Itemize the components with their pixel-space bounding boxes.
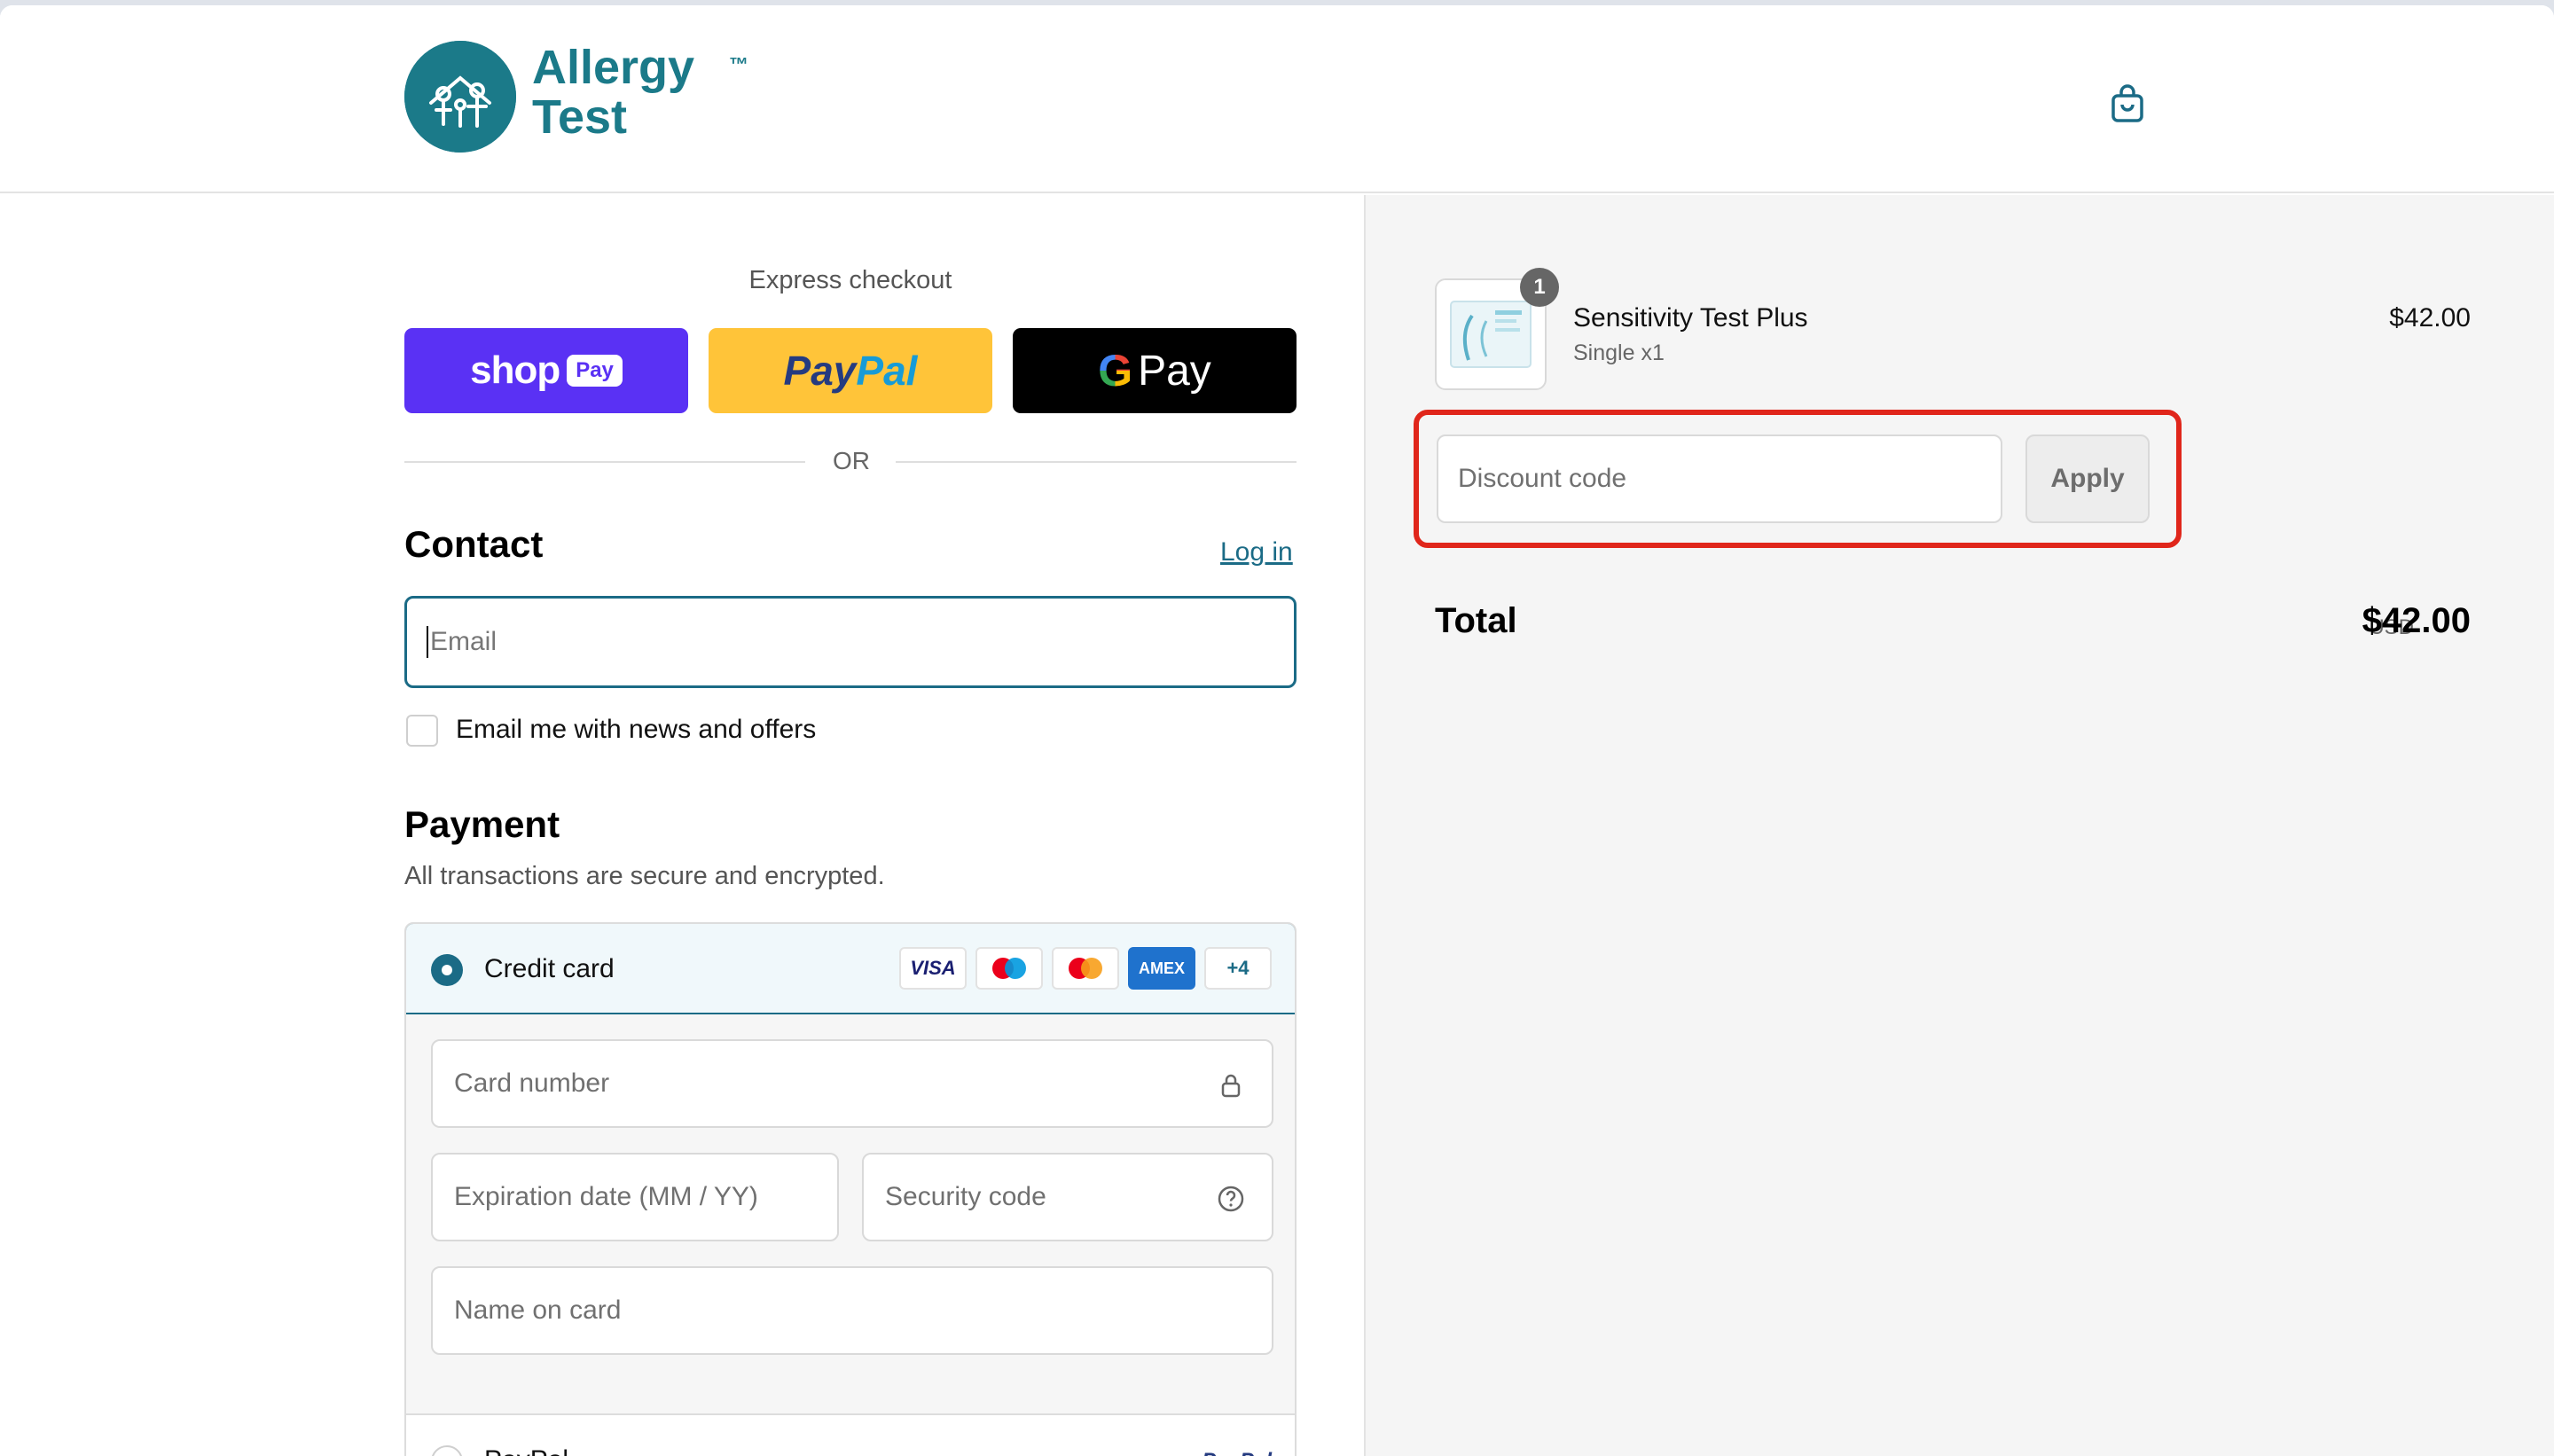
maestro-icon (975, 947, 1043, 990)
checkout-main: Express checkout shop Pay PayPal G Pay O… (0, 195, 1364, 1456)
brand-name: Allergy Test (532, 43, 694, 142)
more-cards-badge: +4 (1204, 947, 1272, 990)
shop-pay-badge: Pay (567, 355, 623, 387)
shop-pay-word: shop (470, 348, 560, 392)
newsletter-checkbox[interactable] (406, 715, 438, 747)
brand-line2: Test (532, 90, 628, 144)
discount-code-input[interactable]: Discount code (1437, 434, 2002, 523)
paypal-radio[interactable] (431, 1445, 463, 1456)
allergy-test-logo-icon[interactable] (404, 41, 516, 153)
checkout-page: Allergy Test ™ Express checkout shop Pay… (0, 5, 2554, 1456)
paypal-label: PayPal (484, 1445, 568, 1456)
credit-card-option[interactable]: Credit card VISA AMEX +4 (406, 924, 1295, 1014)
login-link[interactable]: Log in (1220, 537, 1293, 568)
newsletter-label[interactable]: Email me with news and offers (456, 715, 816, 745)
total-label: Total (1435, 601, 1517, 640)
card-number-input[interactable]: Card number (431, 1039, 1273, 1128)
credit-card-radio[interactable] (431, 954, 463, 986)
divider-right (896, 461, 1297, 463)
contact-heading: Contact (404, 523, 544, 565)
paypal-logo: PayPal (783, 348, 918, 394)
product-name: Sensitivity Test Plus (1573, 303, 1808, 333)
paypal-mini-logo: PayPal (1202, 1449, 1272, 1456)
header: Allergy Test ™ (0, 5, 2554, 193)
product-variant: Single x1 (1573, 341, 1665, 365)
shopping-bag-icon[interactable] (2107, 83, 2148, 124)
security-code-input[interactable]: Security code (862, 1153, 1273, 1241)
help-circle-icon[interactable] (1217, 1185, 1245, 1213)
apply-discount-button[interactable]: Apply (2025, 434, 2150, 523)
amex-icon: AMEX (1128, 947, 1195, 990)
google-g-icon: G (1098, 346, 1133, 395)
paypal-express-button[interactable]: PayPal (709, 328, 992, 413)
credit-card-label: Credit card (484, 954, 615, 983)
express-checkout-title: Express checkout (748, 266, 952, 294)
total-amount: $42.00 (2362, 601, 2471, 640)
expiration-date-input[interactable]: Expiration date (MM / YY) (431, 1153, 839, 1241)
lock-icon (1217, 1071, 1245, 1100)
visa-icon: VISA (899, 947, 967, 990)
google-pay-logo: G Pay (1098, 346, 1211, 395)
payment-heading: Payment (404, 803, 560, 845)
paypal-option[interactable]: PayPal PayPal (406, 1413, 1295, 1456)
text-caret (427, 626, 428, 658)
mastercard-icon (1052, 947, 1119, 990)
email-input[interactable]: Email (404, 596, 1297, 688)
product-price: $42.00 (2389, 303, 2471, 333)
or-divider-text: OR (833, 447, 870, 474)
divider-left (404, 461, 805, 463)
google-pay-button[interactable]: G Pay (1013, 328, 1297, 413)
trademark: ™ (729, 53, 748, 75)
order-summary: 1 Sensitivity Test Plus Single x1 $42.00… (1364, 195, 2554, 1456)
quantity-badge: 1 (1520, 268, 1559, 307)
shop-pay-button[interactable]: shop Pay (404, 328, 688, 413)
payment-subtitle: All transactions are secure and encrypte… (404, 862, 885, 890)
brand-line1: Allergy (532, 41, 695, 94)
payment-methods: Credit card VISA AMEX +4 Card number Exp… (404, 922, 1297, 1456)
name-on-card-input[interactable]: Name on card (431, 1266, 1273, 1355)
email-placeholder: Email (430, 627, 497, 656)
